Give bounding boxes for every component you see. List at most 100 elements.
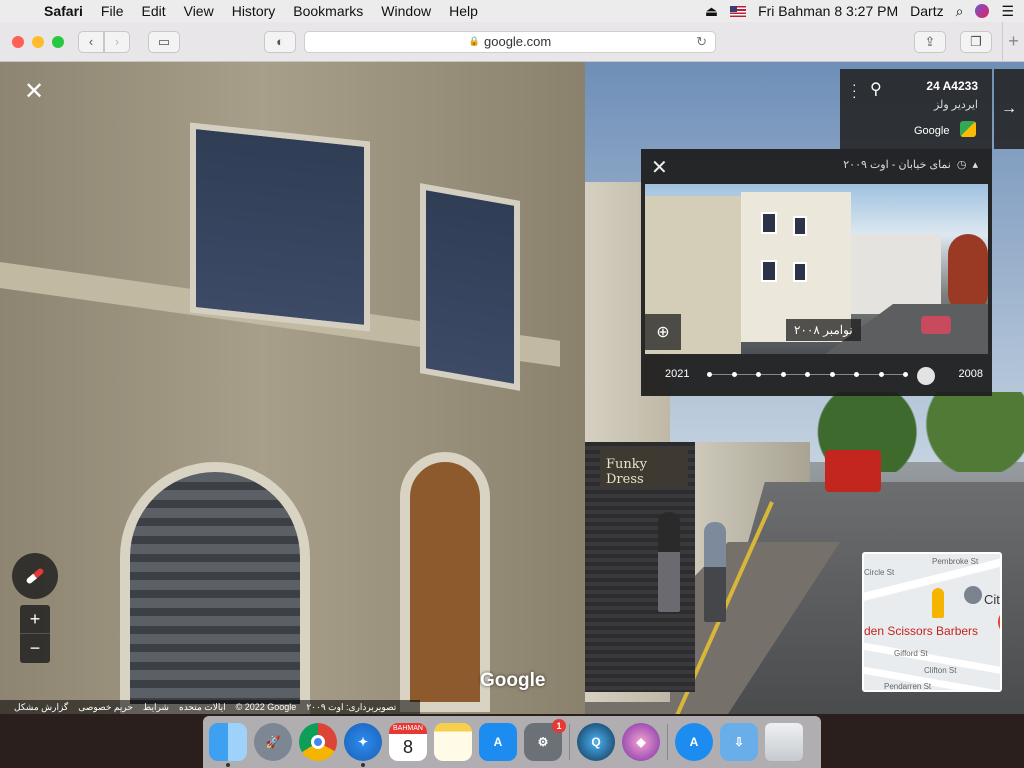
timeline-stop[interactable] xyxy=(805,372,810,377)
timeline-stop[interactable] xyxy=(878,372,884,377)
footer-capture-date: تصویربرداری: اوت ۲۰۰۹ xyxy=(306,701,397,712)
nav-buttons: ‹ › xyxy=(78,30,130,53)
map-footer: گزارش مشکل حریم خصوصی شرایط ایالات متحده… xyxy=(0,700,420,714)
sidebar-icon[interactable]: ▭ xyxy=(148,30,180,53)
launchpad-icon[interactable]: 🚀 xyxy=(254,723,292,761)
menubar-user[interactable]: Dartz xyxy=(910,3,943,19)
calendar-icon[interactable]: BAHMAN 8 xyxy=(389,723,427,761)
pedestrian xyxy=(658,512,680,612)
dock-separator xyxy=(569,724,570,760)
arched-window xyxy=(120,462,310,714)
forward-icon[interactable]: › xyxy=(104,30,130,53)
dock: 🚀 ✦ BAHMAN 8 A ⚙ 1 Q ◆ A ⇩ xyxy=(203,716,821,768)
running-indicator xyxy=(361,763,365,767)
safari-icon[interactable]: ✦ xyxy=(344,723,382,767)
timeline-stop[interactable] xyxy=(780,372,786,377)
red-pin-icon[interactable] xyxy=(998,612,1000,632)
footer-terms[interactable]: شرایط xyxy=(143,702,169,713)
chrome-icon[interactable] xyxy=(299,723,337,761)
menu-help[interactable]: Help xyxy=(440,3,487,19)
google-maps-icon[interactable] xyxy=(960,121,976,137)
footer-report[interactable]: گزارش مشکل xyxy=(14,702,68,713)
running-indicator xyxy=(226,763,230,767)
timeline-start-year: 2021 xyxy=(665,368,690,380)
map-pin-icon[interactable]: ⚲ xyxy=(870,79,882,99)
menu-window[interactable]: Window xyxy=(372,3,440,19)
trash-icon[interactable] xyxy=(765,723,803,761)
google-maps-label[interactable]: Google xyxy=(914,125,949,137)
menu-file[interactable]: File xyxy=(92,3,133,19)
timeline-stop[interactable] xyxy=(707,372,712,377)
shop-sign: Funky Dress xyxy=(600,447,688,487)
menubar-clock[interactable]: Fri Bahman 8 3:27 PM xyxy=(758,3,898,19)
close-time-machine-icon[interactable]: ✕ xyxy=(651,155,668,180)
timeline-stop[interactable] xyxy=(903,372,908,377)
back-icon[interactable]: ‹ xyxy=(78,30,104,53)
map-street-label: Pendarren St xyxy=(884,682,932,691)
lock-icon: 🔒 xyxy=(468,36,480,46)
time-machine-date: نمای خیابان - اوت ۲۰۰۹ xyxy=(843,159,951,171)
pegman-icon[interactable] xyxy=(932,588,944,618)
footer-copyright: © 2022 Google xyxy=(235,702,297,712)
notes-icon[interactable] xyxy=(434,723,472,761)
footer-region[interactable]: ایالات متحده xyxy=(179,702,226,713)
zoom-out-button[interactable]: − xyxy=(20,634,50,663)
timeline-slider[interactable]: 2021 2008 xyxy=(665,366,983,386)
menu-view[interactable]: View xyxy=(175,3,223,19)
photo-window xyxy=(793,262,807,282)
time-machine-header[interactable]: نمای خیابان - اوت ۲۰۰۹ ◷ ▴ xyxy=(843,158,978,171)
minimize-window-button[interactable] xyxy=(32,35,44,48)
timeline-stop[interactable] xyxy=(829,372,835,377)
share-icon[interactable]: ⇪ xyxy=(914,30,946,53)
dock-separator xyxy=(667,724,668,760)
address-bar[interactable]: 🔒 google.com ↻ xyxy=(304,30,716,53)
compass-icon[interactable] xyxy=(12,553,58,599)
fullscreen-window-button[interactable] xyxy=(52,35,64,48)
expand-arrow-icon[interactable]: → xyxy=(994,69,1024,149)
control-center-icon[interactable]: ☰ xyxy=(1001,3,1014,20)
reload-icon[interactable]: ↻ xyxy=(696,34,707,50)
more-options-icon[interactable]: · · · xyxy=(852,77,857,103)
location-pin-icon[interactable] xyxy=(964,586,982,604)
calendar-day: 8 xyxy=(402,736,413,757)
us-flag-input-icon[interactable] xyxy=(730,5,747,17)
close-street-view-icon[interactable]: ✕ xyxy=(22,80,46,104)
app-store-icon[interactable]: A xyxy=(479,723,517,761)
quicktime-icon[interactable]: Q xyxy=(577,723,615,761)
menu-edit[interactable]: Edit xyxy=(132,3,174,19)
timeline-stop[interactable] xyxy=(731,372,737,377)
footer-privacy[interactable]: حریم خصوصی xyxy=(78,702,133,713)
poi-label[interactable]: den Scissors Barbers xyxy=(864,624,978,638)
window-controls xyxy=(12,35,64,48)
siri-icon[interactable] xyxy=(975,4,990,18)
zoom-in-photo-icon[interactable]: ⊕ xyxy=(645,314,681,350)
photo-window xyxy=(761,212,777,234)
place-title: 24 A4233 xyxy=(926,79,978,93)
finder-icon[interactable] xyxy=(209,723,247,767)
timeline-stop[interactable] xyxy=(854,372,859,377)
photo-date-label: نوامبر ۲۰۰۸ xyxy=(786,319,861,341)
minimap[interactable]: Pembroke St Gifford St Clifton St Pendar… xyxy=(862,552,1002,692)
building-window xyxy=(420,183,520,391)
eject-icon[interactable]: ⏏ xyxy=(705,3,718,20)
timeline-stop[interactable] xyxy=(756,372,761,377)
time-machine-panel: ✕ نمای خیابان - اوت ۲۰۰۹ ◷ ▴ ⊕ نوامبر ۲۰… xyxy=(641,149,992,396)
system-preferences-icon[interactable]: ⚙ 1 xyxy=(524,719,566,761)
spotlight-search-icon[interactable]: ⌕ xyxy=(956,3,964,20)
timeline-knob[interactable] xyxy=(917,367,935,385)
map-street-label: Clifton St xyxy=(924,666,957,675)
menu-history[interactable]: History xyxy=(223,3,285,19)
close-window-button[interactable] xyxy=(12,35,24,48)
app-store-download-icon[interactable]: A xyxy=(675,723,713,761)
plus-icon[interactable]: + xyxy=(1002,21,1024,62)
shield-icon[interactable]: ◐ xyxy=(264,30,296,53)
zoom-in-button[interactable]: + xyxy=(20,605,50,634)
map-street-label: Circle St xyxy=(864,568,895,577)
music-app-icon[interactable]: ◆ xyxy=(622,723,660,761)
map-street-label: Gifford St xyxy=(894,649,928,658)
menu-bookmarks[interactable]: Bookmarks xyxy=(284,3,372,19)
tabs-icon[interactable]: ❐ xyxy=(960,30,992,53)
downloads-folder-icon[interactable]: ⇩ xyxy=(720,723,758,761)
url-text: google.com xyxy=(484,34,552,49)
menu-app-safari[interactable]: Safari xyxy=(40,3,92,19)
